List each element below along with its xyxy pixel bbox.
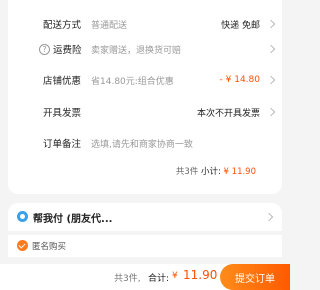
order-note-label: 订单备注: [43, 139, 82, 150]
chevron-right-icon: [266, 75, 276, 85]
help-pay-label: 帮我付 (朋友代...: [33, 214, 113, 225]
delivery-value: 普通配送: [91, 20, 128, 31]
help-pay-icon: [17, 211, 28, 222]
chevron-right-icon: [266, 107, 276, 117]
subtotal-count: 共3件: [175, 167, 199, 177]
anonymous-label: 匿名购买: [32, 242, 67, 252]
delivery-label: 配送方式: [43, 20, 82, 31]
store-discount-amount: - ¥ 14.80: [219, 75, 260, 85]
delivery-row[interactable]: 配送方式 普通配送 快递 免邮: [8, 14, 282, 34]
total-currency: ¥: [172, 271, 178, 281]
anonymous-row[interactable]: 匿名购买: [8, 235, 282, 257]
delivery-option: 快递 免邮: [221, 20, 260, 31]
invoice-label: 开具发票: [43, 108, 82, 119]
order-note-row[interactable]: 订单备注 选填,请先和商家协商一致: [8, 133, 282, 153]
order-details-card: 配送方式 普通配送 快递 免邮 ? 运费险 卖家赠送，退换货可赔 店铺优惠 省1…: [8, 0, 282, 194]
order-note-input[interactable]: 选填,请先和商家协商一致: [91, 137, 193, 150]
total-label: 合计:: [148, 274, 170, 284]
subtotal-label: 小计:: [200, 167, 221, 177]
check-circle-icon[interactable]: [17, 240, 28, 251]
shipping-insurance-value: 卖家赠送，退换货可赔: [91, 45, 182, 56]
chevron-right-icon: [266, 19, 276, 29]
shipping-insurance-row[interactable]: ? 运费险 卖家赠送，退换货可赔: [8, 39, 282, 59]
total-price: 11.90: [183, 268, 218, 282]
invoice-value: 本次不开具发票: [196, 108, 260, 119]
shipping-insurance-label: 运费险: [53, 45, 82, 56]
subtotal: 共3件 小计: ¥ 11.90: [176, 165, 256, 177]
question-circle-icon[interactable]: ?: [39, 43, 50, 55]
bottom-bar: 共3件, 合计: ¥ 11.90 提交订单: [0, 264, 290, 290]
invoice-row[interactable]: 开具发票 本次不开具发票: [8, 102, 282, 122]
store-discount-value: 省14.80元:组合优惠: [91, 76, 174, 87]
store-discount-label: 店铺优惠: [43, 76, 82, 87]
subtotal-price: ¥ 11.90: [223, 167, 256, 177]
chevron-right-icon: [266, 44, 276, 54]
chevron-right-icon: [264, 212, 274, 222]
total-count: 共3件,: [114, 274, 141, 284]
store-discount-row[interactable]: 店铺优惠 省14.80元:组合优惠 - ¥ 14.80: [8, 70, 282, 90]
submit-order-button[interactable]: 提交订单: [220, 264, 290, 290]
help-pay-row[interactable]: 帮我付 (朋友代...: [8, 203, 282, 231]
